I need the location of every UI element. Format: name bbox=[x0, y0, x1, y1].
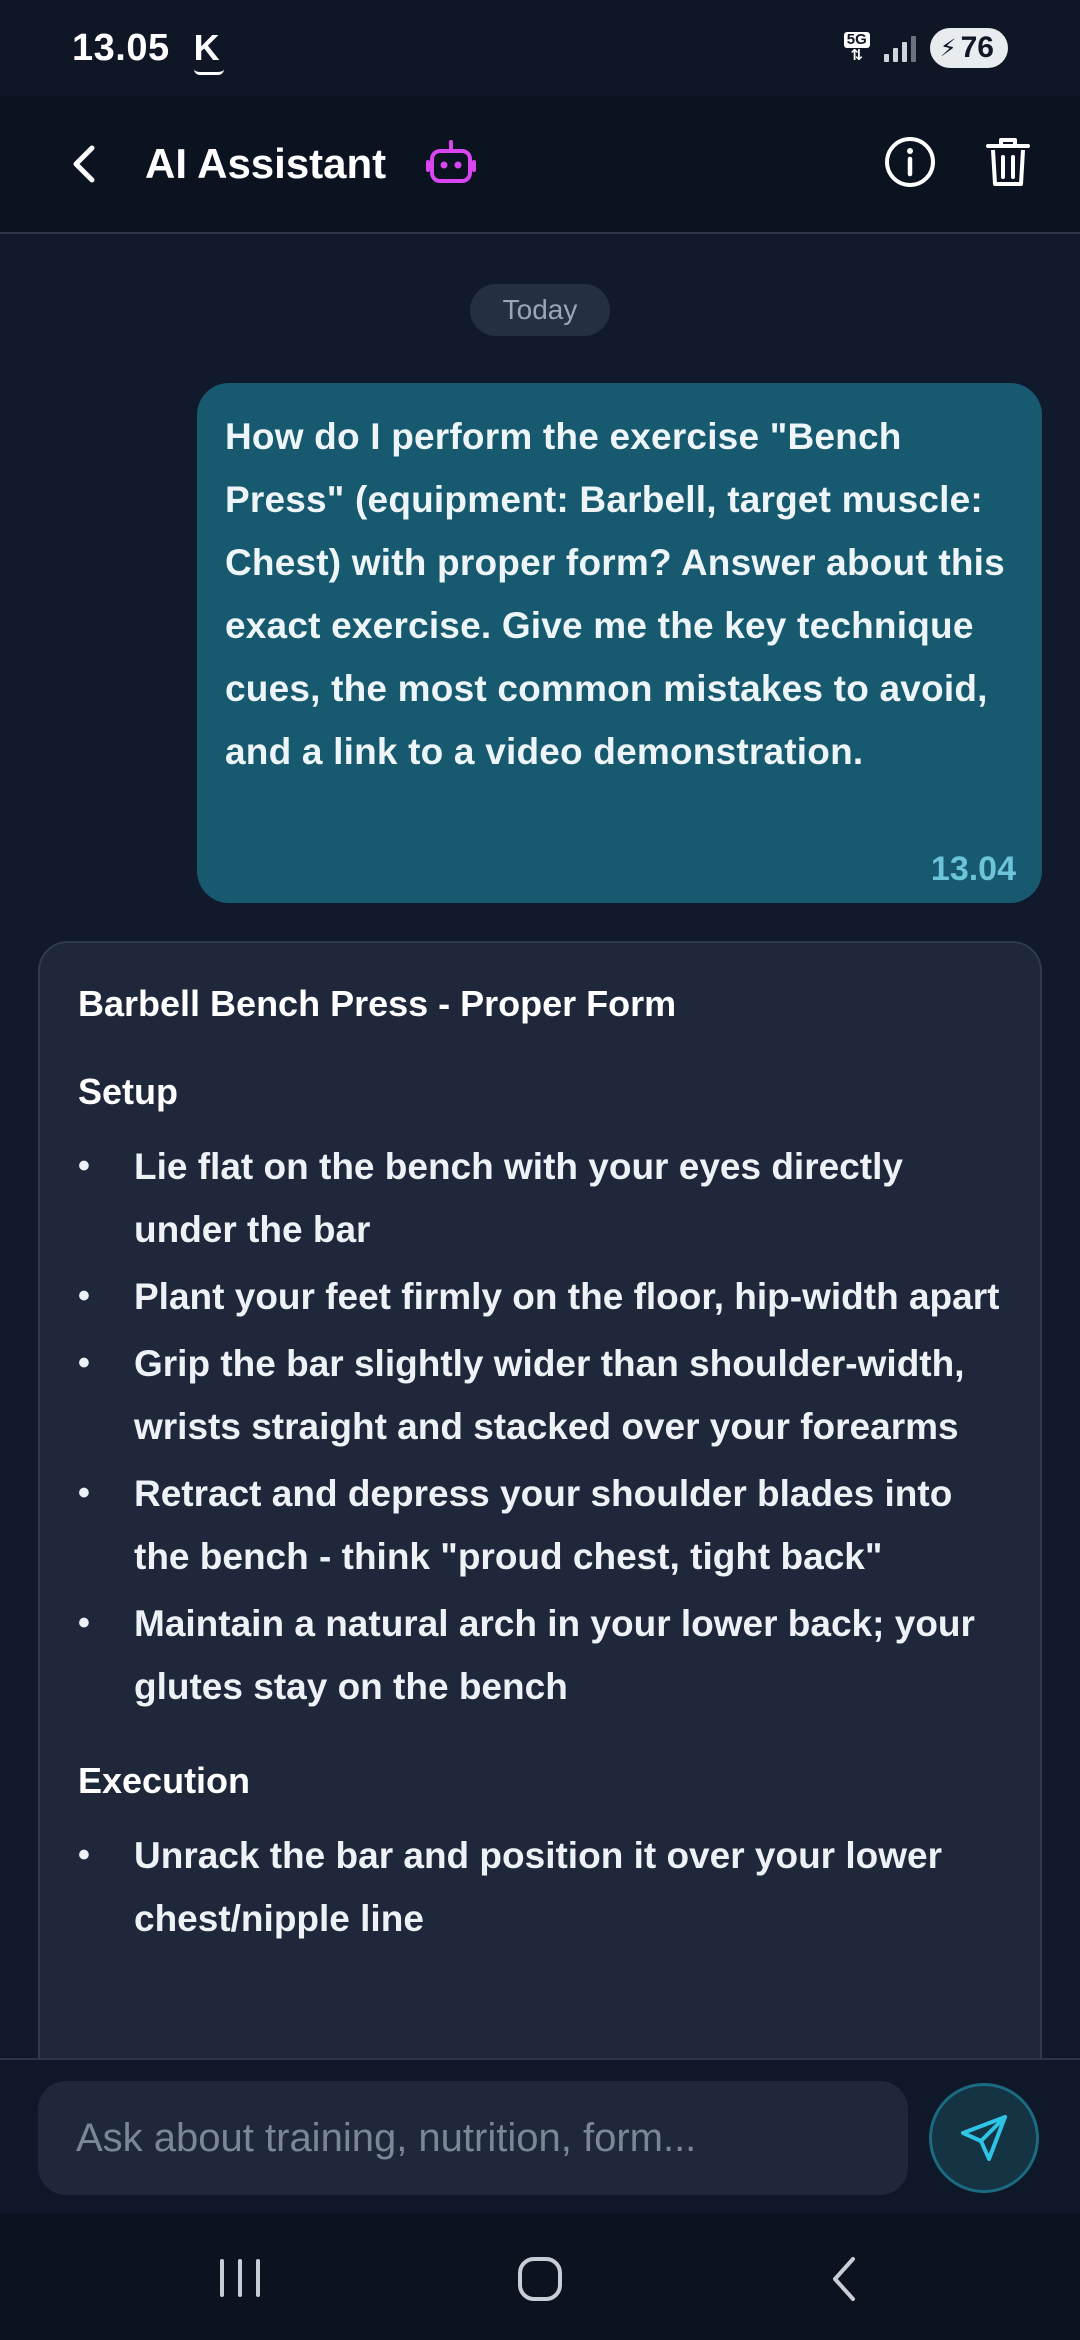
battery-indicator: ⚡ 76 bbox=[929, 28, 1008, 68]
system-nav-bar bbox=[0, 2213, 1080, 2340]
home-icon bbox=[518, 2257, 562, 2301]
setup-list: Lie flat on the bench with your eyes dir… bbox=[78, 1135, 1002, 1718]
system-back-button[interactable] bbox=[815, 2249, 875, 2309]
info-button[interactable] bbox=[880, 132, 940, 192]
send-button[interactable] bbox=[929, 2083, 1039, 2193]
back-icon bbox=[833, 2257, 855, 2301]
section-heading-setup: Setup bbox=[78, 1071, 179, 1112]
execution-list: Unrack the bar and position it over your… bbox=[78, 1824, 1002, 1950]
carrier-icon: K bbox=[193, 27, 224, 75]
info-icon bbox=[885, 137, 935, 187]
back-button[interactable] bbox=[56, 134, 116, 194]
user-message-bubble[interactable]: How do I perform the exercise "Bench Pre… bbox=[197, 383, 1042, 903]
list-item: Lie flat on the bench with your eyes dir… bbox=[78, 1135, 1002, 1261]
chevron-left-icon bbox=[73, 145, 95, 183]
date-separator: Today bbox=[470, 284, 610, 336]
message-composer bbox=[0, 2058, 1080, 2213]
user-message-text: How do I perform the exercise "Bench Pre… bbox=[225, 416, 1005, 772]
message-input[interactable] bbox=[38, 2081, 908, 2195]
network-5g-icon: 5G ⇅ bbox=[843, 32, 870, 64]
assistant-message-title: Barbell Bench Press - Proper Form bbox=[78, 983, 677, 1024]
signal-strength-icon bbox=[883, 34, 916, 62]
recent-apps-button[interactable] bbox=[212, 2253, 268, 2303]
delete-chat-button[interactable] bbox=[978, 132, 1038, 192]
list-item: Grip the bar slightly wider than shoulde… bbox=[78, 1332, 1002, 1458]
home-button[interactable] bbox=[510, 2249, 570, 2309]
status-time: 13.05 bbox=[72, 26, 170, 69]
battery-level: 76 bbox=[960, 31, 994, 64]
charging-icon: ⚡ bbox=[939, 34, 957, 62]
app-header: AI Assistant bbox=[0, 96, 1080, 234]
chat-thread[interactable]: Today How do I perform the exercise "Ben… bbox=[0, 236, 1080, 2058]
list-item: Unrack the bar and position it over your… bbox=[78, 1824, 1002, 1950]
trash-icon bbox=[986, 138, 1030, 186]
section-heading-execution: Execution bbox=[78, 1760, 251, 1801]
status-bar: 13.05 K 5G ⇅ ⚡ 76 bbox=[0, 0, 1080, 96]
message-timestamp: 13.04 bbox=[930, 850, 1016, 888]
assistant-message-card[interactable]: Barbell Bench Press - Proper Form Setup … bbox=[38, 941, 1042, 2058]
status-indicators: 5G ⇅ ⚡ 76 bbox=[843, 28, 1008, 68]
recent-apps-icon bbox=[220, 2259, 260, 2297]
page-title: AI Assistant bbox=[145, 140, 387, 187]
list-item: Maintain a natural arch in your lower ba… bbox=[78, 1592, 1002, 1718]
robot-icon bbox=[426, 140, 476, 183]
list-item: Retract and depress your shoulder blades… bbox=[78, 1462, 1002, 1588]
send-icon bbox=[961, 2115, 1007, 2161]
list-item: Plant your feet firmly on the floor, hip… bbox=[78, 1265, 1002, 1328]
